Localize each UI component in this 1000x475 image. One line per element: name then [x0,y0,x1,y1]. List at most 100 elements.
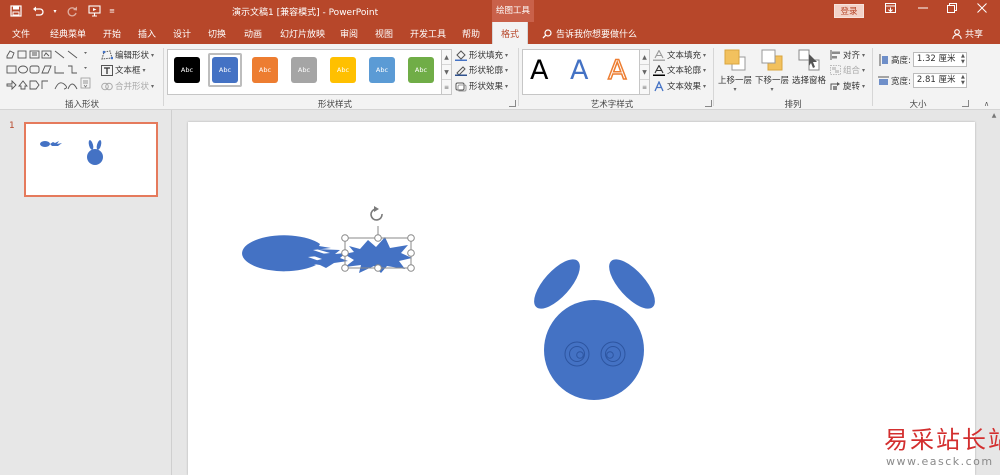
rotate-button[interactable]: 旋转 ▾ [830,80,865,92]
wordart-styles-scroll[interactable]: ▲ ▼ ≡ [640,49,650,95]
text-effects-button[interactable]: 文本效果 ▾ [653,80,706,92]
wordart-style-orange-outline[interactable]: A [607,54,627,88]
dialog-launcher-icon[interactable] [705,100,712,107]
shape-effects-button[interactable]: 形状效果 ▾ [455,80,508,92]
rotate-icon [830,82,840,90]
wordart-style-black[interactable]: A [530,54,548,88]
send-backward-button[interactable]: 下移一层 ▾ [753,48,791,93]
tab-help[interactable]: 帮助 [462,27,480,40]
tab-format[interactable]: 格式 [492,22,529,44]
send-backward-icon [760,48,784,72]
tab-developer[interactable]: 开发工具 [410,27,446,40]
wordart-styles-gallery[interactable]: A A A [522,49,640,95]
slide-canvas[interactable] [188,122,975,475]
shape-style-swatch[interactable]: Abc [252,57,278,83]
drawing-tools-label: 绘图工具 [492,0,534,22]
text-fill-button[interactable]: 文本填充 ▾ [653,49,706,61]
height-input[interactable]: 1.32 厘米 ▲ ▼ [912,52,967,67]
tab-insert[interactable]: 插入 [138,27,156,40]
bunny-shape-group[interactable] [527,252,663,400]
start-from-beginning-icon[interactable] [86,3,102,19]
shape-style-swatch[interactable]: Abc [174,57,200,83]
width-input[interactable]: 2.81 厘米 ▲ ▼ [912,73,967,88]
scroll-down-icon[interactable]: ▼ [442,65,451,80]
rotate-handle-icon[interactable] [370,206,383,221]
scroll-up-icon[interactable]: ▲ [640,50,649,65]
more-icon[interactable]: ≡ [442,80,451,95]
undo-dropdown-icon[interactable]: ▾ [52,3,58,19]
search-icon [542,28,552,38]
share-label: 共享 [965,30,984,40]
edit-shape-button[interactable]: 编辑形状 ▾ [101,49,154,61]
scroll-up-icon[interactable]: ▲ [442,50,451,65]
merge-shapes-icon [101,82,113,90]
share-button[interactable]: 共享 [952,27,983,40]
dialog-launcher-icon[interactable] [509,100,516,107]
spinner-icon[interactable]: ▲ ▼ [961,74,965,86]
chevron-down-icon: ▾ [862,82,866,90]
slide-thumbnail[interactable] [24,122,158,197]
tab-animations[interactable]: 动画 [244,27,262,40]
text-fill-label: 文本填充 [667,51,702,61]
shape-outline-button[interactable]: 形状轮廓 ▾ [455,64,508,76]
scroll-up-icon[interactable]: ▲ [988,112,1000,119]
login-button[interactable]: 登录 [834,4,864,18]
shape-style-swatch[interactable]: Abc [291,57,317,83]
shapes-gallery[interactable] [4,48,96,93]
tab-slideshow[interactable]: 幻灯片放映 [280,27,325,40]
merge-shapes-button[interactable]: 合并形状 ▾ [101,80,154,92]
group-icon [830,65,841,75]
collapse-ribbon-icon[interactable]: ∧ [984,100,989,108]
chevron-down-icon: ▾ [142,66,146,74]
shape-styles-gallery[interactable]: Abc Abc Abc Abc Abc Abc Abc [167,49,442,95]
title-bar: ▾ ≡ 演示文稿1 [兼容模式] - PowerPoint 绘图工具 登录 [0,0,1000,22]
chevron-down-icon: ▾ [703,51,707,59]
bunny-head[interactable] [544,300,644,400]
shape-styles-scroll[interactable]: ▲ ▼ ≡ [442,49,452,95]
chevron-down-icon: ▾ [151,82,155,90]
tab-classic-menu[interactable]: 经典菜单 [50,27,86,40]
width-icon [878,76,889,85]
wordart-styles-group-label: 艺术字样式 [590,100,634,110]
shape-style-swatch[interactable]: Abc [369,57,395,83]
text-outline-button[interactable]: 文本轮廓 ▾ [653,64,706,76]
dialog-launcher-icon[interactable] [962,100,969,107]
align-button[interactable]: 对齐 ▾ [830,49,865,61]
text-fill-icon [653,49,665,61]
wordart-style-blue[interactable]: A [570,54,588,88]
chevron-down-icon: ▾ [862,66,866,74]
tell-me-text: 告诉我你想要做什么 [556,30,638,40]
restore-icon[interactable] [942,3,962,19]
more-icon[interactable]: ≡ [640,80,649,95]
shape-fill-button[interactable]: 形状填充 ▾ [455,49,508,61]
ribbon-display-options-icon[interactable] [880,3,900,19]
minimize-icon[interactable] [913,3,933,19]
tab-design[interactable]: 设计 [173,27,191,40]
customize-qat-icon[interactable]: ≡ [108,3,116,19]
bring-forward-button[interactable]: 上移一层 ▾ [716,48,754,93]
tell-me-box[interactable]: 告诉我你想要做什么 [542,27,637,40]
redo-icon[interactable] [64,3,80,19]
tab-transitions[interactable]: 切换 [208,27,226,40]
height-row: 高度: 1.32 厘米 ▲ ▼ [878,52,967,67]
save-icon[interactable] [8,3,24,19]
close-icon[interactable] [972,3,992,19]
shape-style-swatch[interactable]: Abc [408,57,434,83]
selection-pane-button[interactable]: 选择窗格 [790,48,828,86]
tab-view[interactable]: 视图 [375,27,393,40]
shape-style-swatch[interactable]: Abc [330,57,356,83]
spinner-icon[interactable]: ▲ ▼ [961,53,965,65]
undo-icon[interactable] [30,3,46,19]
tab-review[interactable]: 审阅 [340,27,358,40]
text-outline-icon [653,64,665,76]
tab-home[interactable]: 开始 [103,27,121,40]
scroll-down-icon[interactable]: ▼ [640,65,649,80]
chevron-down-icon: ▾ [505,82,509,90]
ellipse-shape[interactable] [242,235,331,272]
person-icon [952,28,962,39]
text-box-button[interactable]: 文本框 ▾ [101,64,146,76]
shape-style-swatch[interactable]: Abc [212,57,238,83]
group-button[interactable]: 组合 ▾ [830,64,865,76]
tab-file[interactable]: 文件 [12,27,30,40]
ribbon: 编辑形状 ▾ 文本框 ▾ 合并形状 ▾ 插入形状 Abc Abc Abc Abc… [0,44,1000,110]
